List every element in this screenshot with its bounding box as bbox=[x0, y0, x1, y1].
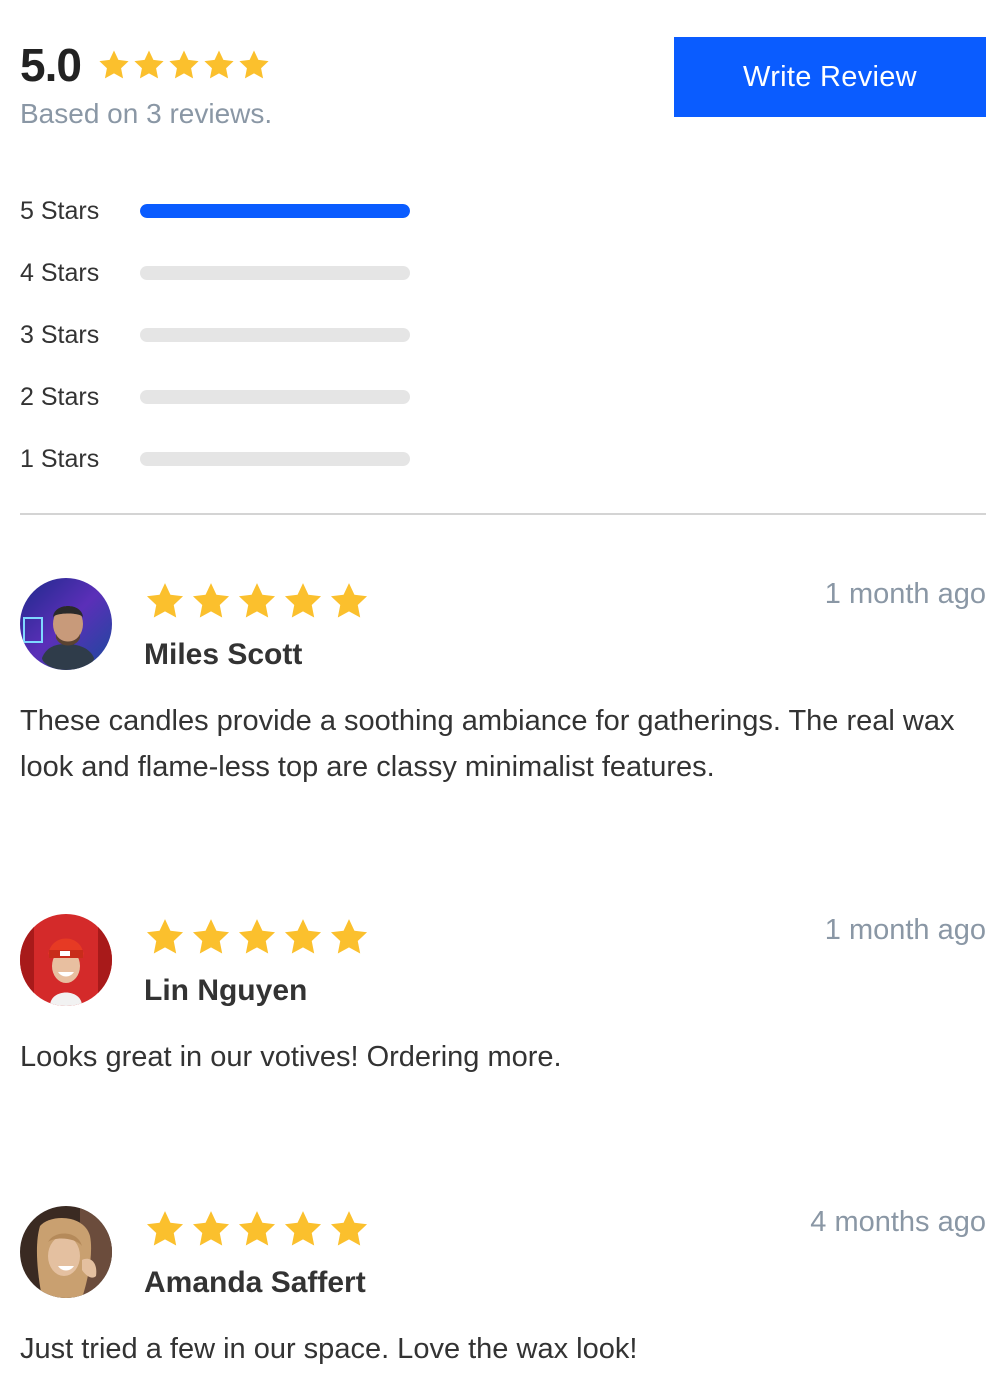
star-icon bbox=[99, 50, 129, 79]
summary-stars bbox=[97, 48, 272, 82]
star-icon bbox=[192, 1211, 230, 1246]
review-text: These candles provide a soothing ambianc… bbox=[20, 705, 955, 783]
star-icon bbox=[146, 1211, 184, 1246]
review-date: 4 months ago bbox=[810, 1206, 986, 1238]
histogram-label: 5 Stars bbox=[20, 196, 100, 225]
review-date: 1 month ago bbox=[824, 578, 986, 610]
review-stars bbox=[144, 580, 374, 622]
star-icon bbox=[169, 50, 199, 79]
star-icon bbox=[192, 919, 230, 954]
reviewer-name: Miles Scott bbox=[144, 638, 303, 671]
star-icon bbox=[330, 583, 368, 618]
star-icon bbox=[238, 583, 276, 618]
star-icon bbox=[330, 919, 368, 954]
histogram-bar bbox=[140, 328, 410, 342]
rating-histogram: 5 Stars 4 Stars 3 Stars 2 Stars 1 Stars bbox=[20, 180, 410, 490]
review-item: 1 month ago Lin Nguyen Looks great in ou… bbox=[20, 914, 986, 1094]
star-icon bbox=[239, 50, 269, 79]
review-count-text: Based on 3 reviews. bbox=[20, 98, 273, 129]
histogram-label: 3 Stars bbox=[20, 320, 100, 349]
star-icon bbox=[192, 583, 230, 618]
histogram-bar bbox=[140, 266, 410, 280]
histogram-row-1[interactable]: 1 Stars bbox=[20, 428, 410, 490]
histogram-row-3[interactable]: 3 Stars bbox=[20, 304, 410, 366]
rating-summary: 5.0 Based on 3 reviews. bbox=[20, 38, 272, 132]
histogram-bar-fill bbox=[140, 204, 410, 218]
reviewer-name: Lin Nguyen bbox=[144, 974, 308, 1007]
histogram-row-5[interactable]: 5 Stars bbox=[20, 180, 410, 242]
histogram-label: 4 Stars bbox=[20, 258, 100, 287]
histogram-bar bbox=[140, 204, 410, 218]
star-icon bbox=[330, 1211, 368, 1246]
star-icon bbox=[204, 50, 234, 79]
average-rating: 5.0 bbox=[20, 39, 82, 91]
avatar bbox=[20, 578, 112, 670]
histogram-bar bbox=[140, 452, 410, 466]
histogram-row-2[interactable]: 2 Stars bbox=[20, 366, 410, 428]
star-icon bbox=[284, 583, 322, 618]
review-date: 1 month ago bbox=[824, 914, 986, 946]
star-icon bbox=[146, 919, 184, 954]
histogram-label: 2 Stars bbox=[20, 382, 100, 411]
star-icon bbox=[146, 583, 184, 618]
section-divider bbox=[20, 513, 986, 515]
write-review-button[interactable]: Write Review bbox=[674, 37, 986, 117]
star-icon bbox=[238, 919, 276, 954]
star-icon bbox=[134, 50, 164, 79]
star-icon bbox=[284, 919, 322, 954]
star-icon bbox=[284, 1211, 322, 1246]
avatar bbox=[20, 1206, 112, 1298]
review-item: 4 months ago Amanda Saffert Just tried a… bbox=[20, 1206, 986, 1374]
histogram-label: 1 Stars bbox=[20, 444, 100, 473]
reviewer-name: Amanda Saffert bbox=[144, 1266, 366, 1299]
review-text: Just tried a few in our space. Love the … bbox=[20, 1333, 638, 1365]
histogram-row-4[interactable]: 4 Stars bbox=[20, 242, 410, 304]
review-text: Looks great in our votives! Ordering mor… bbox=[20, 1041, 562, 1073]
avatar bbox=[20, 914, 112, 1006]
review-item: 1 month ago Miles Scott These candles pr… bbox=[20, 578, 986, 808]
review-stars bbox=[144, 916, 374, 958]
review-stars bbox=[144, 1208, 374, 1250]
histogram-bar bbox=[140, 390, 410, 404]
star-icon bbox=[238, 1211, 276, 1246]
average-rating-row: 5.0 bbox=[20, 38, 272, 92]
